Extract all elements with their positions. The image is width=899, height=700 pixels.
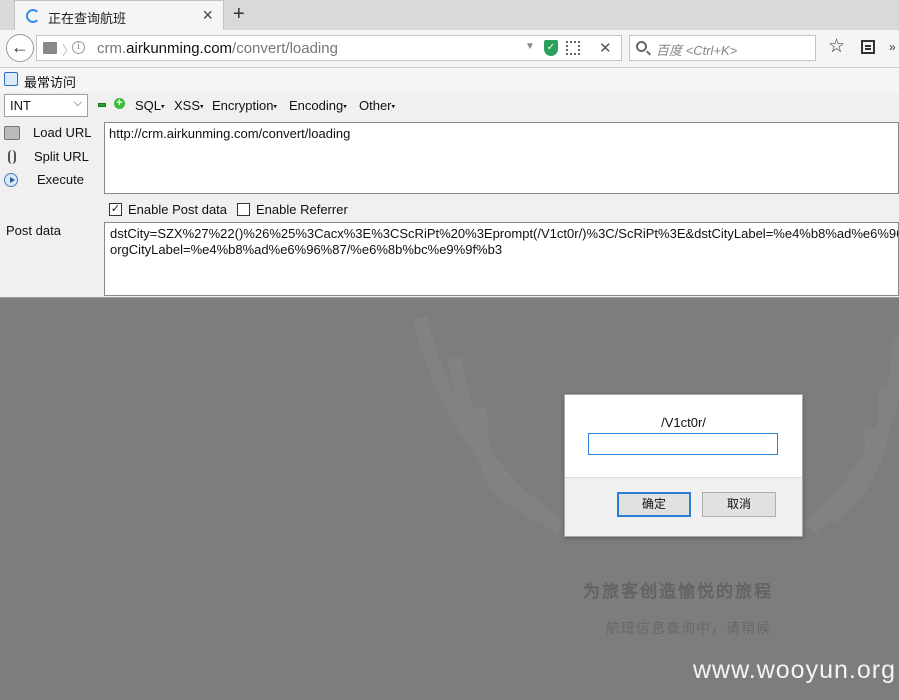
search-icon bbox=[636, 41, 647, 52]
post-data-label: Post data bbox=[6, 223, 61, 238]
tab-close-icon[interactable]: × bbox=[202, 5, 213, 25]
address-bar[interactable]: 〉 i crm.airkunming.com/convert/loading ▼… bbox=[36, 35, 622, 61]
type-select[interactable]: INT ⌵ bbox=[4, 94, 88, 117]
bookmark-star-icon[interactable]: ☆ bbox=[828, 36, 845, 58]
tab-title: 正在查询航班 bbox=[48, 11, 127, 26]
loading-spinner-icon bbox=[26, 9, 40, 23]
navigation-bar: ← 〉 i crm.airkunming.com/convert/loading… bbox=[0, 30, 899, 68]
chevron-down-icon: ⌵ bbox=[73, 97, 82, 109]
slogan-text: 为旅客创造愉悦的旅程 bbox=[583, 582, 773, 601]
ok-button[interactable]: 确定 bbox=[617, 492, 691, 517]
load-url-button[interactable]: Load URL bbox=[4, 124, 94, 144]
back-button[interactable]: ← bbox=[6, 34, 34, 62]
browser-tab[interactable]: 正在查询航班 × bbox=[14, 0, 224, 30]
new-tab-button[interactable]: + bbox=[233, 3, 245, 25]
qr-code-icon[interactable] bbox=[566, 41, 580, 55]
execute-icon bbox=[4, 173, 18, 187]
bookmarks-bar: 最常访问 bbox=[0, 68, 899, 92]
execute-button[interactable]: Execute bbox=[4, 171, 94, 191]
hackbar-panel: INT ⌵ + SQL▾ XSS▾ Encryption▾ Encoding▾ … bbox=[0, 92, 899, 298]
menu-xss[interactable]: XSS▾ bbox=[174, 98, 204, 113]
url-text[interactable]: crm.airkunming.com/convert/loading bbox=[97, 40, 338, 57]
split-url-button[interactable]: Split URL bbox=[4, 148, 94, 168]
dialog-footer: 确定 取消 bbox=[565, 477, 802, 536]
bookmark-folder-icon bbox=[4, 72, 18, 86]
menu-encryption[interactable]: Encryption▾ bbox=[212, 98, 277, 113]
loading-text: 航班信息查询中，请稍候 bbox=[606, 620, 771, 636]
tab-strip: 正在查询航班 × + bbox=[0, 0, 899, 30]
watermark-text: www.wooyun.org bbox=[693, 656, 896, 684]
menu-sql[interactable]: SQL▾ bbox=[135, 98, 165, 113]
split-url-icon bbox=[8, 150, 16, 164]
search-bar[interactable]: 百度 <Ctrl+K> bbox=[629, 35, 816, 61]
menu-other[interactable]: Other▾ bbox=[359, 98, 395, 113]
menu-encoding[interactable]: Encoding▾ bbox=[289, 98, 347, 113]
reading-list-icon[interactable] bbox=[861, 40, 875, 54]
prompt-dialog: /V1ct0r/ 确定 取消 bbox=[564, 394, 803, 537]
type-select-value: INT bbox=[10, 98, 31, 113]
url-dropdown-icon[interactable]: ▼ bbox=[525, 41, 535, 52]
search-placeholder[interactable]: 百度 <Ctrl+K> bbox=[656, 40, 737, 59]
bookmark-most-visited[interactable]: 最常访问 bbox=[24, 72, 76, 91]
hackbar-url-field[interactable]: http://crm.airkunming.com/convert/loadin… bbox=[104, 122, 899, 194]
post-data-field[interactable]: dstCity=SZX%27%22()%26%25%3Cacx%3E%3CScR… bbox=[104, 222, 899, 296]
enable-post-checkbox[interactable]: ✓ Enable Post data bbox=[109, 202, 229, 218]
page-icon bbox=[43, 42, 57, 54]
checkbox-unchecked[interactable] bbox=[237, 203, 250, 216]
enable-referrer-checkbox[interactable]: Enable Referrer bbox=[237, 202, 352, 218]
dialog-message: /V1ct0r/ bbox=[661, 415, 706, 430]
cancel-button[interactable]: 取消 bbox=[702, 492, 776, 517]
load-url-icon bbox=[4, 126, 20, 140]
prompt-input[interactable] bbox=[588, 433, 778, 455]
close-icon[interactable]: ✕ bbox=[599, 39, 612, 57]
overflow-icon[interactable]: » bbox=[889, 40, 896, 54]
checkbox-checked[interactable]: ✓ bbox=[109, 203, 122, 216]
site-info-icon[interactable]: i bbox=[72, 41, 85, 54]
increase-icon[interactable]: + bbox=[114, 98, 125, 109]
decrease-icon[interactable] bbox=[98, 103, 106, 107]
shield-icon[interactable]: ✓ bbox=[544, 40, 558, 56]
